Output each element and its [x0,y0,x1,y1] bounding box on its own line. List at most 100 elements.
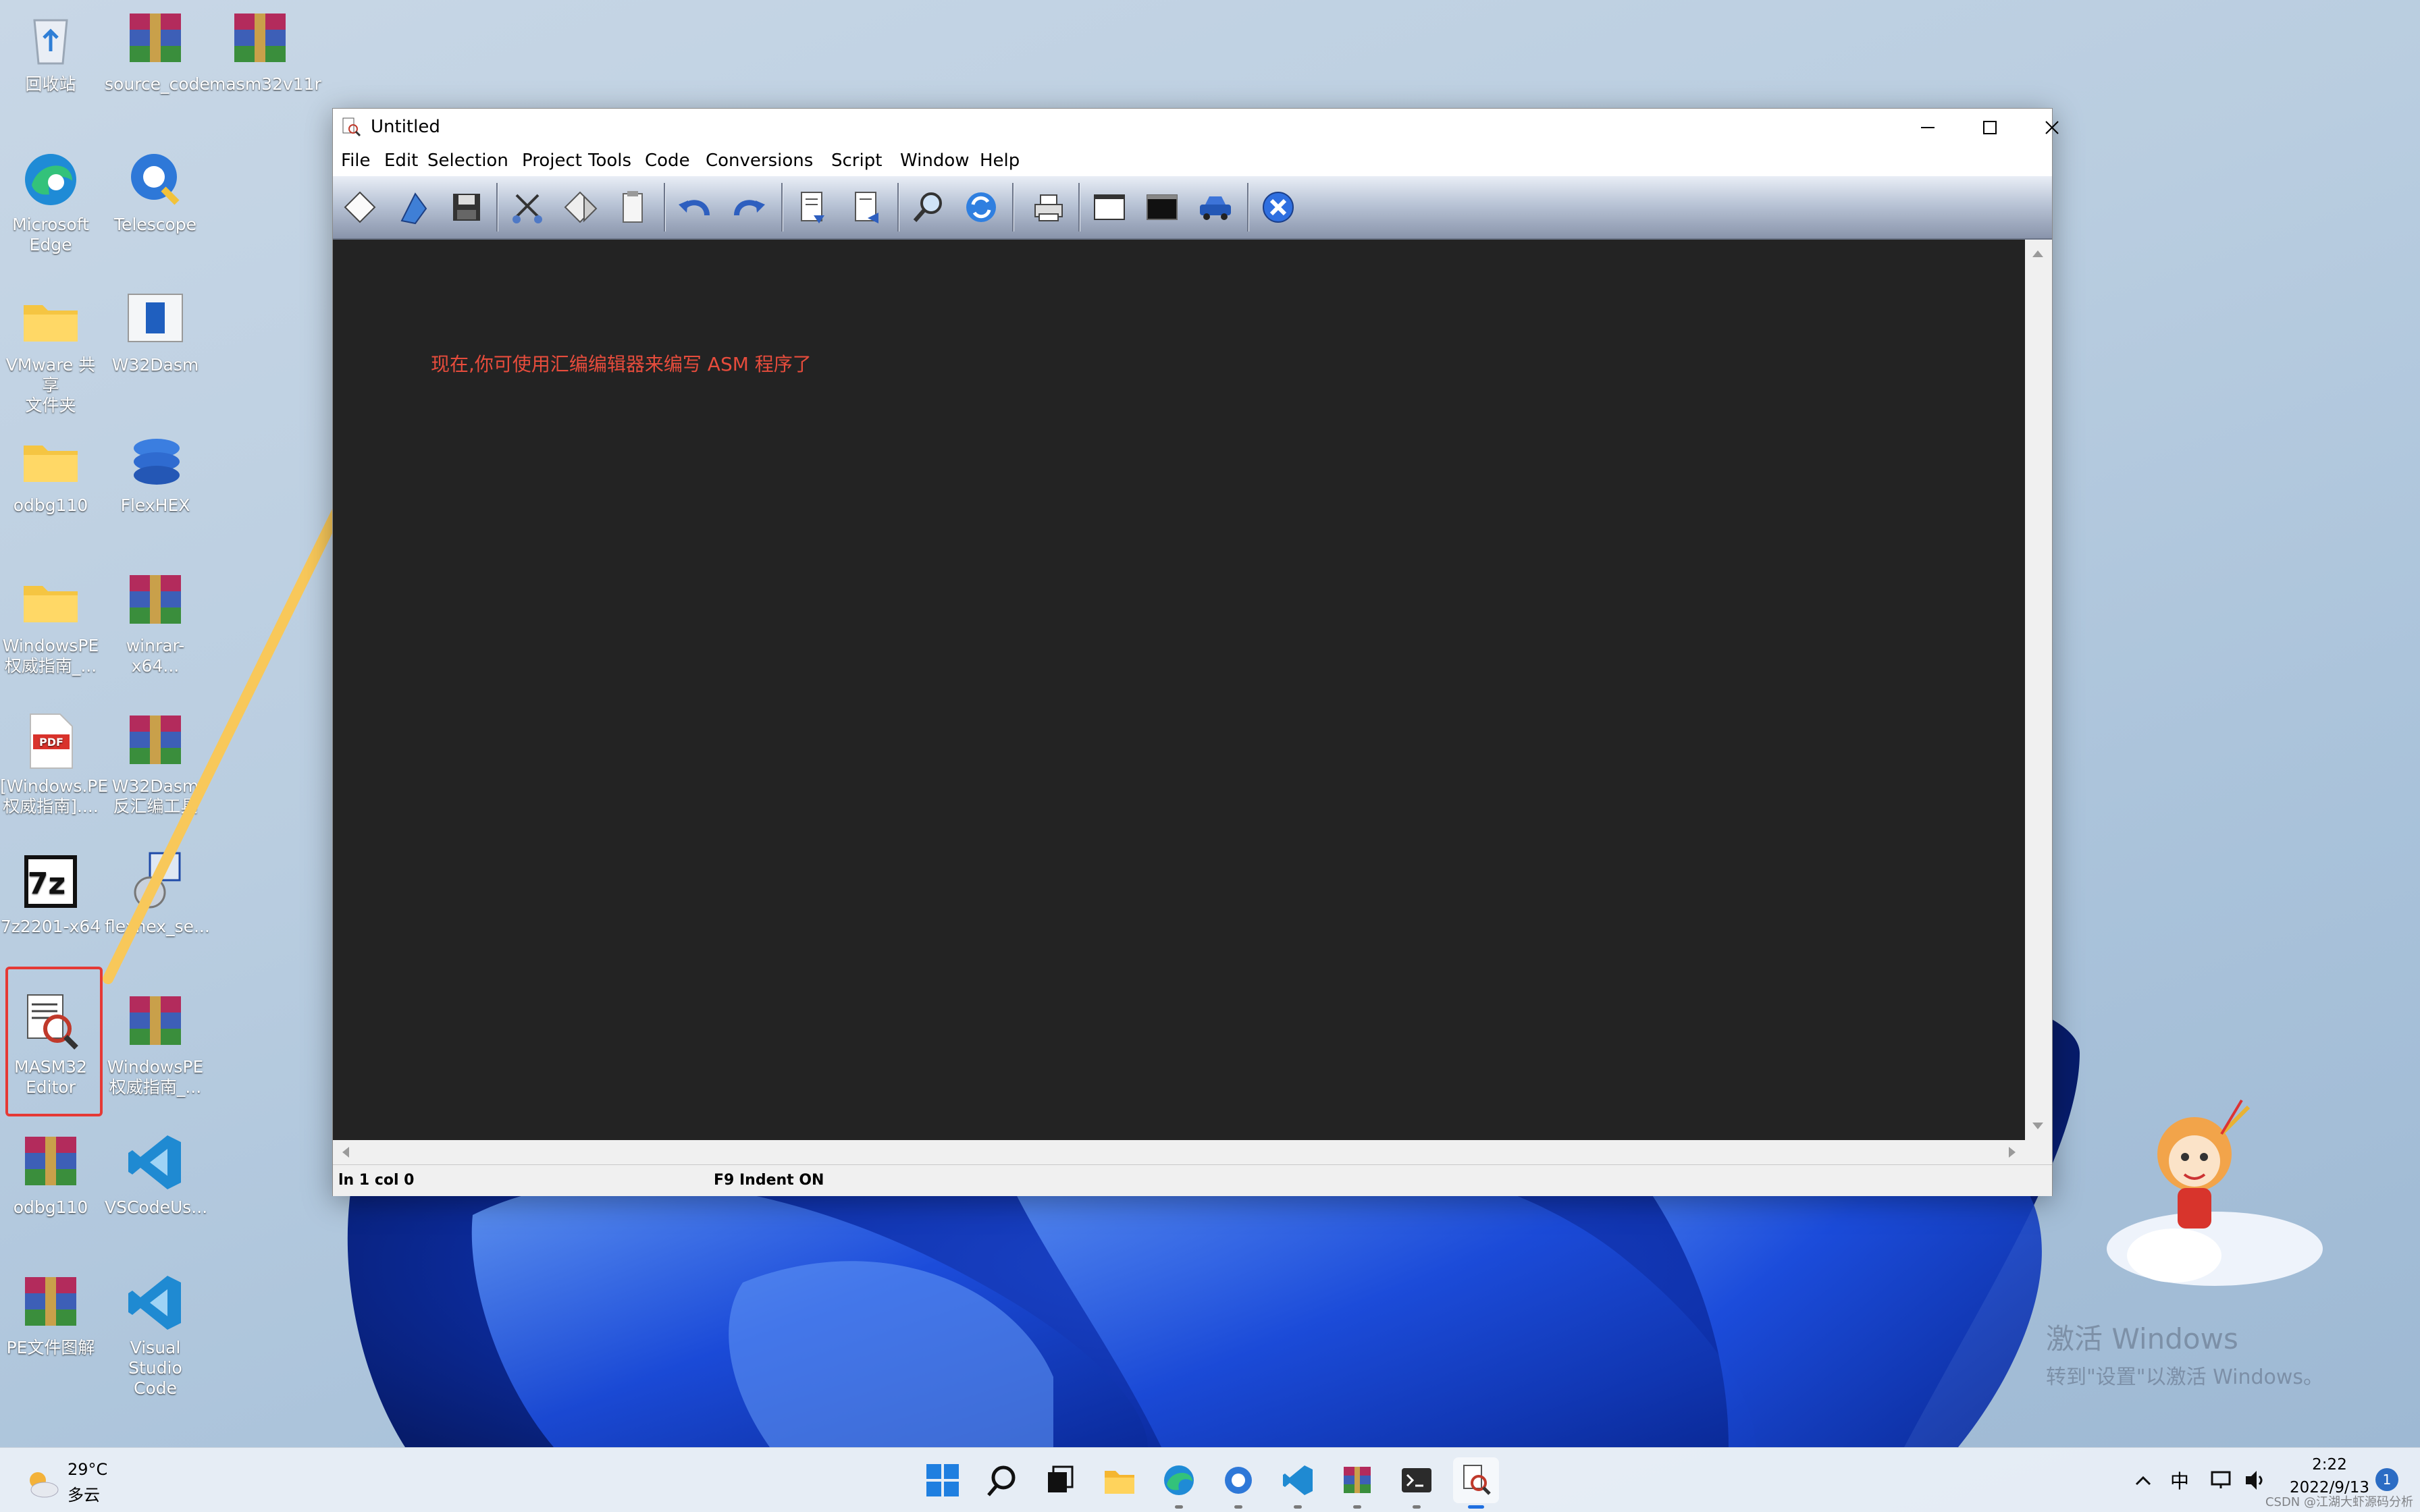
volume-icon[interactable] [2243,1468,2267,1492]
desktop-icon-label: Telescope [113,215,197,234]
masm32v11r-shortcut[interactable]: masm32v11r [209,7,321,94]
start-button[interactable] [920,1457,966,1503]
folder-icon [18,568,83,633]
search-button[interactable] [979,1457,1025,1503]
vscode-installer-shortcut[interactable]: VSCodeUs... [105,1130,207,1218]
telescope-shortcut[interactable]: Telescope [105,147,206,235]
w32dasm-archive-shortcut[interactable]: W32Dasm 反汇编工具 [105,709,206,817]
winrar-archive-icon [228,7,292,72]
insert-file-button[interactable] [789,184,835,230]
menu-help[interactable]: Help [976,151,1024,171]
desktop-icon-label: source_code [105,74,210,94]
exit-button[interactable] [1255,184,1301,230]
masm32-editor-taskbar-button[interactable] [1453,1457,1499,1509]
menu-edit[interactable]: Edit [380,151,422,171]
windowspe-archive-shortcut[interactable]: WindowsPE 权威指南_... [105,990,206,1098]
toolbar-separator [664,183,666,232]
cut-button[interactable] [504,184,550,230]
status-bar: ln 1 col 0 F9 Indent ON [333,1164,2052,1196]
winrar-taskbar-button[interactable] [1334,1457,1380,1509]
open-file-button[interactable] [391,184,437,230]
show-hidden-icons-icon[interactable] [2132,1469,2154,1491]
winrar-installer-shortcut[interactable]: winrar-x64... [105,568,206,676]
menu-code[interactable]: Code [641,151,694,171]
vscode-taskbar-button[interactable] [1275,1457,1321,1509]
desktop-icon-label: PE文件图解 [6,1338,95,1357]
find-button[interactable] [905,184,951,230]
masm32-editor-shortcut[interactable]: MASM32 Editor [0,990,101,1098]
scroll-up-icon [2032,250,2043,257]
paste-button[interactable] [610,184,656,230]
terminal-taskbar-button[interactable] [1394,1457,1440,1509]
cortana-button[interactable] [1215,1457,1261,1509]
flexhex-shortcut[interactable]: FlexHEX [105,428,206,516]
window-button[interactable] [1086,184,1132,230]
vscode-icon [123,1130,188,1195]
running-indicator [1175,1505,1183,1509]
winrar-icon [1344,1467,1371,1493]
toolbar-separator [1078,183,1080,232]
clock-time: 2:22 [2312,1456,2347,1474]
save-block-icon [855,192,878,223]
horizontal-scrollbar[interactable] [333,1140,2051,1164]
maximize-icon [1983,121,1997,134]
vmware-shared-folder-shortcut[interactable]: VMware 共享 文件夹 [0,288,101,416]
toolbar-separator [1012,183,1014,232]
recycle-bin-shortcut[interactable]: 回收站 [0,7,101,94]
new-file-button[interactable] [337,184,383,230]
7zip-installer-shortcut[interactable]: 7z 7z2201-x64 [0,849,101,937]
console-button[interactable] [1139,184,1185,230]
menu-file[interactable]: File [337,151,375,171]
notification-badge[interactable]: 1 [2375,1468,2398,1491]
menu-selection[interactable]: Selection [423,151,512,171]
build-car-icon [1200,196,1231,220]
copy-button[interactable] [557,184,603,230]
task-view-button[interactable] [1037,1457,1083,1503]
minimize-button[interactable] [1897,109,1959,146]
weather-widget[interactable]: 29°C 多云 [16,1460,124,1507]
weather-condition: 多云 [68,1486,100,1505]
find-icon [913,192,942,222]
winrar-archive-icon [123,7,188,72]
desktop-icon-label: Visual Studio Code [128,1338,182,1398]
menu-project[interactable]: Project [518,151,586,171]
file-explorer-icon [1105,1471,1134,1494]
csdn-watermark: CSDN @江湖大虾源码分析 [2265,1495,2413,1509]
source-code-shortcut[interactable]: source_code [105,7,210,94]
pe-diagram-shortcut[interactable]: PE文件图解 [0,1270,101,1358]
desktop: 回收站 source_code masm32v11r Microsoft Edg… [0,0,2420,1512]
active-indicator [1468,1505,1484,1509]
menu-window[interactable]: Window [896,151,974,171]
flexhex-setup-shortcut[interactable]: flexhex_se... [105,849,210,937]
build-button[interactable] [1192,184,1238,230]
menu-conversions[interactable]: Conversions [702,151,817,171]
close-button[interactable] [2021,109,2083,146]
save-block-button[interactable] [843,184,889,230]
menu-tools[interactable]: Tools [584,151,635,171]
w32dasm-shortcut[interactable]: W32Dasm [105,288,206,375]
odbg110-archive-shortcut[interactable]: odbg110 [0,1130,101,1218]
svg-text:7z: 7z [28,867,65,901]
title-bar[interactable]: Untitled [333,109,2059,146]
undo-button[interactable] [672,184,718,230]
windowspe-pdf-shortcut[interactable]: PDF [Windows.PE 权威指南].... [0,709,108,817]
redo-button[interactable] [726,184,772,230]
edge-shortcut[interactable]: Microsoft Edge [0,147,101,255]
vertical-scrollbar[interactable] [2025,240,2051,1140]
edge-taskbar-button[interactable] [1156,1457,1202,1509]
menu-script[interactable]: Script [827,151,886,171]
windowspe-folder-shortcut[interactable]: WindowsPE 权威指南_... [0,568,101,676]
maximize-button[interactable] [1959,109,2021,146]
replace-button[interactable] [958,184,1004,230]
network-icon[interactable] [2209,1468,2234,1492]
file-explorer-button[interactable] [1097,1457,1142,1503]
print-button[interactable] [1024,184,1070,230]
ime-indicator[interactable]: 中 [2170,1467,2189,1494]
vscode-shortcut[interactable]: Visual Studio Code [105,1270,206,1399]
7zip-icon: 7z [18,849,83,914]
desktop-icon-label: W32Dasm 反汇编工具 [111,776,199,816]
odbg110-folder-shortcut[interactable]: odbg110 [0,428,101,516]
recycle-bin-icon [18,7,83,72]
save-button[interactable] [444,184,490,230]
edge-icon [18,147,83,212]
